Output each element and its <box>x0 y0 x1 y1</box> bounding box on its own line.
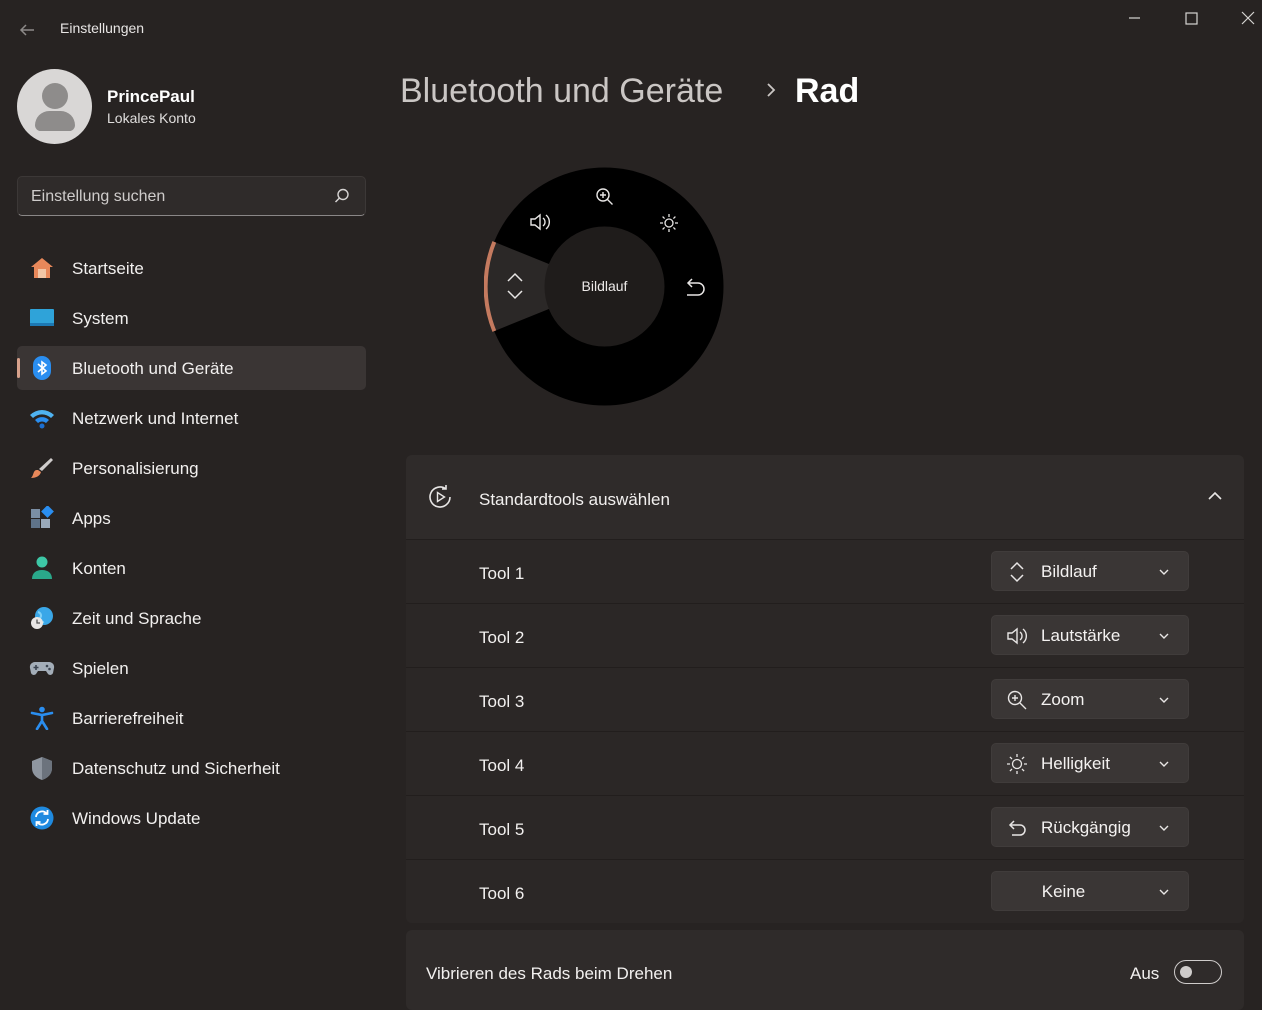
tool-2-dropdown[interactable]: Lautstärke <box>991 615 1189 655</box>
minimize-button[interactable] <box>1111 6 1157 32</box>
search-box[interactable] <box>17 176 366 217</box>
wheel-preview[interactable]: Bildlauf <box>484 166 725 407</box>
dropdown-value: Helligkeit <box>1041 754 1110 773</box>
tool-1-dropdown[interactable]: Bildlauf <box>991 551 1189 591</box>
sidebar-item-label: Windows Update <box>72 809 201 828</box>
tool-label: Tool 2 <box>479 628 525 647</box>
breadcrumb-parent[interactable]: Bluetooth und Geräte <box>400 72 723 111</box>
globe-clock-icon <box>31 607 53 629</box>
sidebar-item-barrierefreiheit[interactable]: Barrierefreiheit <box>17 696 366 740</box>
sidebar-item-windows-update[interactable]: Windows Update <box>17 796 366 840</box>
tool-6-dropdown[interactable]: Keine <box>991 871 1189 911</box>
search-icon[interactable] <box>333 187 351 205</box>
zoom-icon <box>1007 690 1027 710</box>
chevron-up-icon[interactable] <box>1206 487 1224 505</box>
chevron-down-icon <box>1159 697 1169 703</box>
vibrate-setting: Vibrieren des Rads beim Drehen Aus <box>406 930 1244 1010</box>
tool-label: Tool 3 <box>479 692 525 711</box>
sidebar-item-label: Startseite <box>72 259 144 278</box>
brightness-icon <box>1007 754 1027 774</box>
wifi-icon <box>30 410 54 429</box>
sidebar-item-label: Personalisierung <box>72 459 199 478</box>
avatar[interactable] <box>17 69 92 144</box>
sidebar-item-label: Datenschutz und Sicherheit <box>72 759 280 778</box>
dropdown-value: Bildlauf <box>1041 562 1097 581</box>
sidebar-item-bluetooth[interactable]: Bluetooth und Geräte <box>17 346 366 390</box>
tool-row-5: Tool 5 Rückgängig <box>406 795 1244 859</box>
tool-row-2: Tool 2 Lautstärke <box>406 603 1244 667</box>
vibrate-label: Vibrieren des Rads beim Drehen <box>426 964 673 983</box>
sidebar-item-apps[interactable]: Apps <box>17 496 366 540</box>
chevron-down-icon <box>1159 761 1169 767</box>
apps-icon <box>31 506 54 528</box>
scroll-icon <box>1010 561 1024 583</box>
person-icon <box>32 556 52 579</box>
tool-label: Tool 6 <box>479 884 525 903</box>
system-icon <box>30 309 54 326</box>
maximize-button[interactable] <box>1168 6 1214 32</box>
accessibility-icon <box>30 706 54 730</box>
bluetooth-icon <box>33 356 51 380</box>
standard-tools-section: Standardtools auswählen Tool 1 Bildlauf … <box>406 455 1244 923</box>
sidebar-item-spielen[interactable]: Spielen <box>17 646 366 690</box>
sidebar-item-zeit-sprache[interactable]: Zeit und Sprache <box>17 596 366 640</box>
sidebar-item-label: Apps <box>72 509 111 528</box>
tool-3-dropdown[interactable]: Zoom <box>991 679 1189 719</box>
back-arrow-icon[interactable] <box>16 19 38 41</box>
tool-row-6: Tool 6 Keine <box>406 859 1244 923</box>
section-title: Standardtools auswählen <box>479 490 670 509</box>
chevron-down-icon <box>1159 569 1169 575</box>
sidebar-item-label: Netzwerk und Internet <box>72 409 239 428</box>
chevron-down-icon <box>1159 889 1169 895</box>
section-header[interactable]: Standardtools auswählen <box>406 455 1244 539</box>
sidebar-item-label: Zeit und Sprache <box>72 609 202 628</box>
dropdown-value: Rückgängig <box>1041 818 1131 837</box>
shield-icon <box>32 757 52 780</box>
sidebar-item-label: Barrierefreiheit <box>72 709 184 728</box>
sidebar-item-personalisierung[interactable]: Personalisierung <box>17 446 366 490</box>
sidebar-item-datenschutz[interactable]: Datenschutz und Sicherheit <box>17 746 366 790</box>
tool-row-1: Tool 1 Bildlauf <box>406 539 1244 603</box>
dropdown-value: Lautstärke <box>1041 626 1121 645</box>
tool-row-4: Tool 4 Helligkeit <box>406 731 1244 795</box>
tool-label: Tool 5 <box>479 820 525 839</box>
sidebar-item-konten[interactable]: Konten <box>17 546 366 590</box>
search-input[interactable] <box>18 177 333 217</box>
tool-label: Tool 4 <box>479 756 525 775</box>
user-name: PrincePaul <box>107 87 195 106</box>
chevron-right-icon <box>764 80 778 100</box>
sidebar-item-system[interactable]: System <box>17 296 366 340</box>
vibrate-toggle[interactable] <box>1174 960 1222 984</box>
sidebar-item-label: Konten <box>72 559 126 578</box>
tool-5-dropdown[interactable]: Rückgängig <box>991 807 1189 847</box>
tool-label: Tool 1 <box>479 564 525 583</box>
update-icon <box>30 806 54 830</box>
dropdown-value: Zoom <box>1041 690 1085 709</box>
tool-4-dropdown[interactable]: Helligkeit <box>991 743 1189 783</box>
sidebar-item-label: Spielen <box>72 659 129 678</box>
page-title: Rad <box>795 72 860 110</box>
chevron-down-icon <box>1159 633 1169 639</box>
sidebar-item-label: Bluetooth und Geräte <box>72 359 234 378</box>
home-icon <box>31 258 53 278</box>
sidebar-item-netzwerk[interactable]: Netzwerk und Internet <box>17 396 366 440</box>
volume-icon <box>1007 627 1027 645</box>
tool-row-3: Tool 3 Zoom <box>406 667 1244 731</box>
close-button[interactable] <box>1225 6 1262 32</box>
sidebar-item-label: System <box>72 309 129 328</box>
sidebar-item-startseite[interactable]: Startseite <box>17 246 366 290</box>
wheel-play-icon <box>429 485 451 508</box>
wheel-center-label: Bildlauf <box>582 278 628 294</box>
app-title: Einstellungen <box>60 20 145 36</box>
dropdown-value: Keine <box>1041 882 1086 901</box>
brush-icon <box>31 458 53 478</box>
active-indicator <box>17 358 20 378</box>
chevron-down-icon <box>1159 825 1169 831</box>
gamepad-icon <box>29 661 55 675</box>
undo-icon <box>1008 820 1026 836</box>
vibrate-state: Aus <box>1130 964 1160 983</box>
account-type: Lokales Konto <box>107 110 196 126</box>
